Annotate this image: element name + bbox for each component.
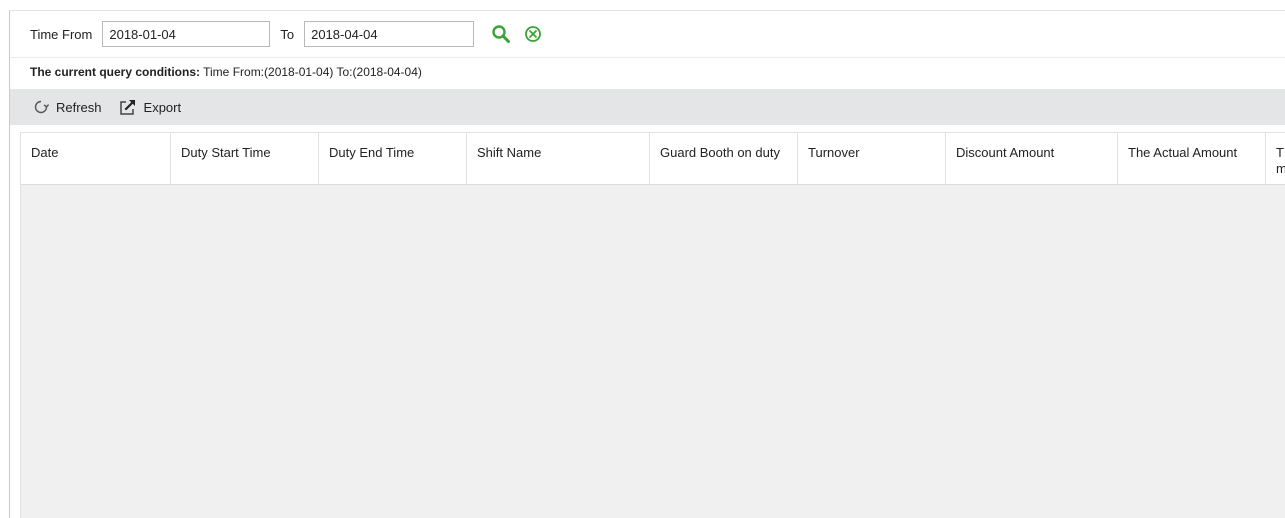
- column-header-turnover[interactable]: Turnover: [798, 133, 946, 184]
- export-label: Export: [143, 99, 182, 115]
- toolbar: Refresh Export: [10, 89, 1285, 125]
- query-conditions-value: Time From:(2018-01-04) To:(2018-04-04): [200, 65, 422, 79]
- clear-button[interactable]: [520, 21, 546, 47]
- data-table: Date Duty Start Time Duty End Time Shift…: [20, 132, 1285, 518]
- column-header-shift-name[interactable]: Shift Name: [467, 133, 650, 184]
- report-panel: Time From To The current query condition…: [9, 10, 1285, 518]
- column-header-actual-amount[interactable]: The Actual Amount: [1118, 133, 1266, 184]
- filter-divider: [10, 57, 1285, 58]
- column-header-discount-amount[interactable]: Discount Amount: [946, 133, 1118, 184]
- export-button[interactable]: Export: [118, 98, 182, 116]
- column-header-guard-booth[interactable]: Guard Booth on duty: [650, 133, 798, 184]
- search-icon: [492, 25, 511, 43]
- time-to-input[interactable]: [304, 21, 475, 47]
- search-button[interactable]: [488, 21, 514, 47]
- refresh-icon: [34, 100, 49, 114]
- export-icon: [119, 99, 135, 115]
- query-conditions: The current query conditions: Time From:…: [30, 65, 422, 79]
- table-body-empty: [21, 185, 1285, 518]
- refresh-label: Refresh: [56, 99, 102, 115]
- query-conditions-label: The current query conditions:: [30, 65, 201, 79]
- column-header-truncated[interactable]: T m: [1266, 133, 1285, 184]
- time-from-label: Time From: [30, 26, 93, 42]
- filter-bar: Time From To: [10, 11, 1285, 57]
- time-to-label: To: [280, 26, 295, 42]
- column-header-duty-end-time[interactable]: Duty End Time: [319, 133, 467, 184]
- table-header: Date Duty Start Time Duty End Time Shift…: [21, 133, 1285, 185]
- clear-circle-x-icon: [525, 26, 541, 42]
- column-header-duty-start-time[interactable]: Duty Start Time: [171, 133, 319, 184]
- column-header-date[interactable]: Date: [21, 133, 171, 184]
- refresh-button[interactable]: Refresh: [32, 98, 102, 116]
- time-from-input[interactable]: [102, 21, 271, 47]
